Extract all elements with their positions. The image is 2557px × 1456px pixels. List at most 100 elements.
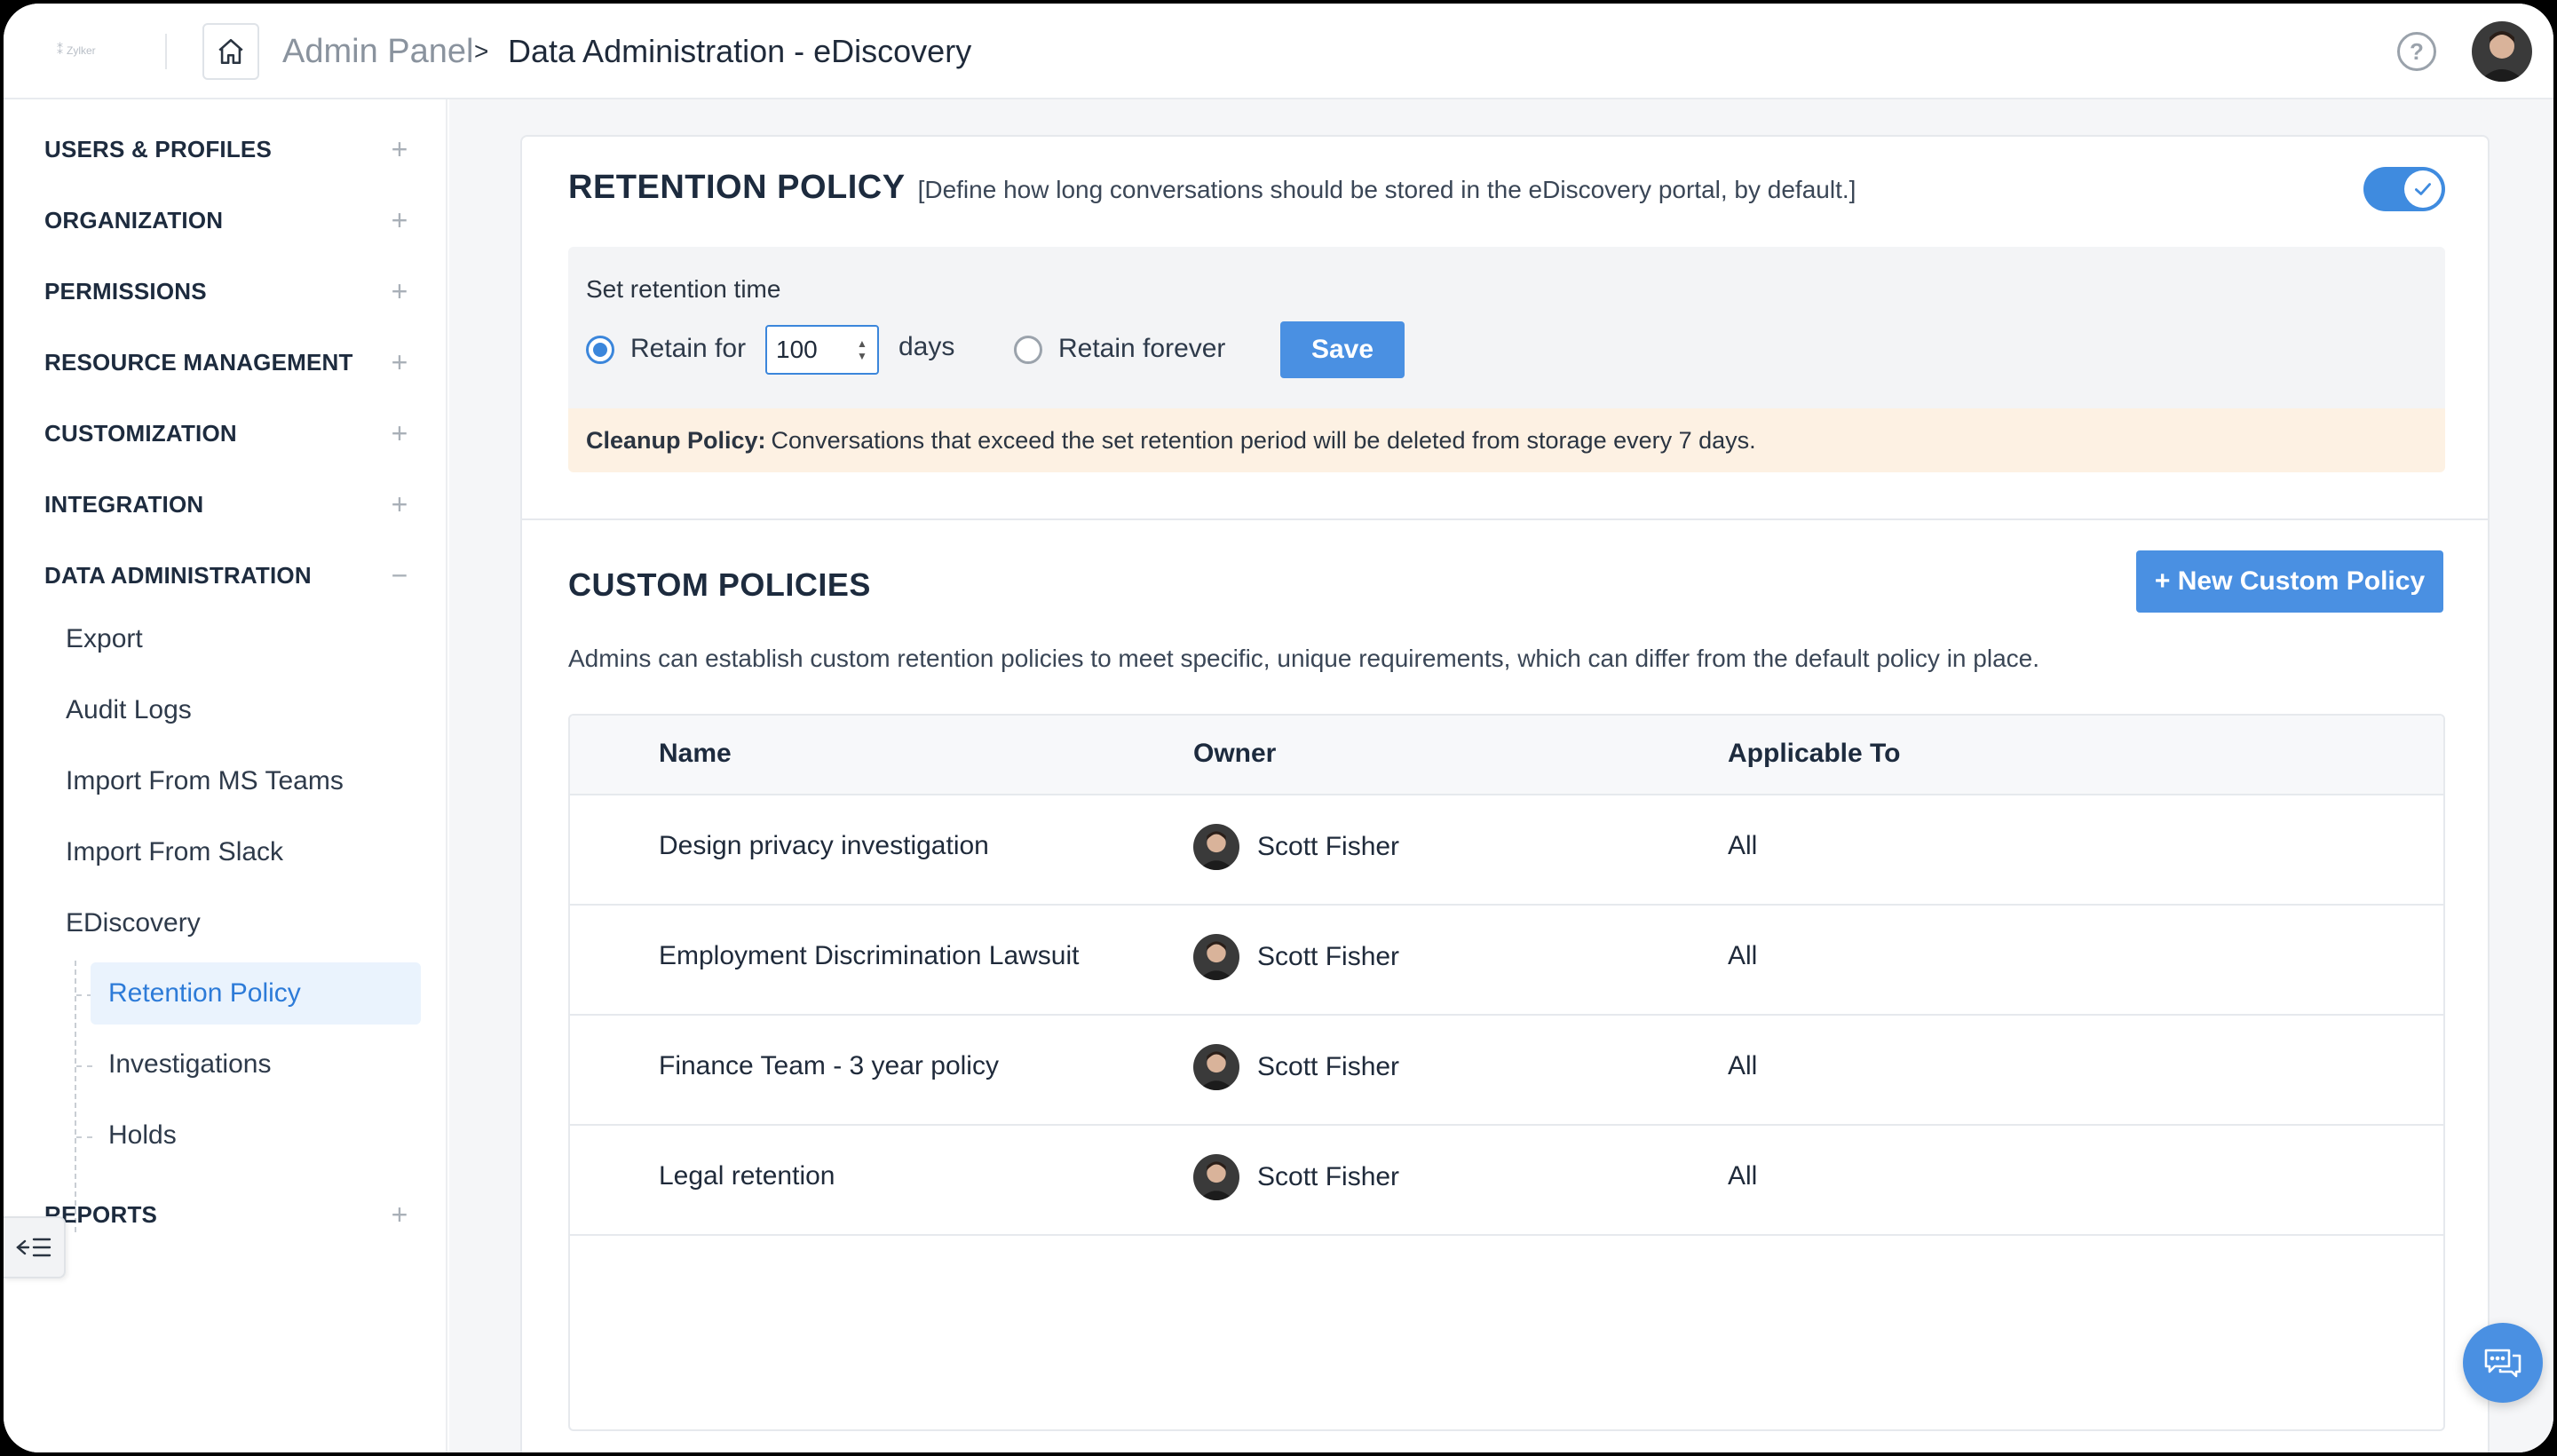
policy-owner: Scott Fisher bbox=[1193, 1154, 1399, 1200]
retention-time-panel: Set retention time Retain for ▲ ▼ days R… bbox=[568, 247, 2445, 408]
sidebar-section-reports[interactable]: REPORTS + bbox=[44, 1188, 417, 1241]
sidebar-section-integration[interactable]: INTEGRATION + bbox=[44, 478, 417, 531]
collapse-sidebar-button[interactable] bbox=[4, 1216, 66, 1278]
logo-mark-icon: ⁑ bbox=[57, 43, 63, 57]
policy-applicable-to: All bbox=[1728, 941, 1758, 970]
expand-icon[interactable]: + bbox=[382, 275, 417, 308]
owner-avatar bbox=[1193, 1154, 1239, 1200]
chat-icon bbox=[2484, 1349, 2521, 1378]
sidebar-item-retention-policy[interactable]: Retention Policy bbox=[91, 962, 421, 1025]
policy-owner: Scott Fisher bbox=[1193, 934, 1399, 980]
owner-name: Scott Fisher bbox=[1257, 1162, 1400, 1191]
sidebar-section-data-administration[interactable]: DATA ADMINISTRATION − bbox=[44, 549, 417, 602]
table-row[interactable]: Legal retention Scott Fisher All bbox=[570, 1126, 2443, 1236]
stepper-down-icon[interactable]: ▼ bbox=[857, 350, 867, 362]
sidebar-section-customization[interactable]: CUSTOMIZATION + bbox=[44, 407, 417, 460]
expand-icon[interactable]: + bbox=[382, 488, 417, 521]
retention-policy-description: [Define how long conversations should be… bbox=[917, 176, 1856, 203]
retain-forever-label[interactable]: Retain forever bbox=[1058, 334, 1225, 364]
column-header-owner[interactable]: Owner bbox=[1193, 739, 1276, 769]
policy-applicable-to: All bbox=[1728, 1051, 1758, 1080]
sidebar: USERS & PROFILES + ORGANIZATION + PERMIS… bbox=[4, 99, 447, 1452]
custom-policies-title: CUSTOM POLICIES bbox=[568, 566, 871, 603]
expand-icon[interactable]: + bbox=[382, 1199, 417, 1231]
owner-name: Scott Fisher bbox=[1257, 942, 1400, 971]
logo[interactable]: ⁑ Zylker bbox=[57, 43, 96, 58]
sidebar-item-import-ms-teams[interactable]: Import From MS Teams bbox=[66, 755, 344, 808]
sidebar-section-label: RESOURCE MANAGEMENT bbox=[44, 348, 353, 376]
main-content: RETENTION POLICY [Define how long conver… bbox=[449, 99, 2553, 1452]
retain-forever-radio[interactable] bbox=[1014, 336, 1042, 364]
sidebar-item-export[interactable]: Export bbox=[66, 613, 143, 666]
retention-policy-toggle[interactable] bbox=[2363, 167, 2445, 211]
policy-name[interactable]: Finance Team - 3 year policy bbox=[659, 1051, 999, 1081]
sidebar-section-label: DATA ADMINISTRATION bbox=[44, 561, 312, 589]
retain-for-radio[interactable] bbox=[586, 336, 614, 364]
policy-card: RETENTION POLICY [Define how long conver… bbox=[520, 135, 2490, 1452]
policy-owner: Scott Fisher bbox=[1193, 1044, 1399, 1090]
owner-avatar bbox=[1193, 824, 1239, 870]
toggle-knob bbox=[2404, 170, 2442, 208]
header-divider bbox=[165, 34, 167, 69]
help-icon[interactable]: ? bbox=[2397, 32, 2436, 71]
check-icon bbox=[2415, 183, 2431, 195]
policy-applicable-to: All bbox=[1728, 831, 1758, 860]
user-avatar[interactable] bbox=[2472, 21, 2532, 82]
sidebar-section-label: CUSTOMIZATION bbox=[44, 419, 237, 447]
custom-policies-description: Admins can establish custom retention po… bbox=[568, 645, 2039, 672]
top-header: ⁑ Zylker Admin Panel > Data Administrati… bbox=[4, 4, 2553, 99]
column-header-name[interactable]: Name bbox=[659, 739, 732, 769]
expand-icon[interactable]: + bbox=[382, 204, 417, 237]
sidebar-section-organization[interactable]: ORGANIZATION + bbox=[44, 194, 417, 247]
chat-button[interactable] bbox=[2463, 1323, 2543, 1403]
policy-owner: Scott Fisher bbox=[1193, 824, 1399, 870]
expand-icon[interactable]: + bbox=[382, 346, 417, 379]
app-window: ⁑ Zylker Admin Panel > Data Administrati… bbox=[0, 0, 2557, 1456]
table-row[interactable]: Finance Team - 3 year policy Scott Fishe… bbox=[570, 1016, 2443, 1126]
retention-policy-header: RETENTION POLICY [Define how long conver… bbox=[568, 169, 1856, 207]
days-stepper[interactable]: ▲ ▼ bbox=[852, 332, 872, 368]
sidebar-section-resource-management[interactable]: RESOURCE MANAGEMENT + bbox=[44, 336, 417, 389]
breadcrumb-admin-panel[interactable]: Admin Panel bbox=[282, 30, 473, 73]
logo-text: Zylker bbox=[67, 44, 96, 57]
sidebar-item-audit-logs[interactable]: Audit Logs bbox=[66, 684, 192, 737]
section-divider bbox=[522, 518, 2488, 520]
expand-icon[interactable]: + bbox=[382, 133, 417, 166]
column-header-applicable-to[interactable]: Applicable To bbox=[1728, 739, 1900, 769]
breadcrumb-separator: > bbox=[474, 37, 489, 65]
policy-name[interactable]: Employment Discrimination Lawsuit bbox=[659, 941, 1080, 971]
table-header: Name Owner Applicable To bbox=[570, 716, 2443, 795]
save-button[interactable]: Save bbox=[1280, 321, 1405, 378]
policy-name[interactable]: Legal retention bbox=[659, 1161, 835, 1191]
home-button[interactable] bbox=[202, 23, 259, 80]
sidebar-section-users-profiles[interactable]: USERS & PROFILES + bbox=[44, 123, 417, 176]
sidebar-section-label: INTEGRATION bbox=[44, 490, 204, 518]
cleanup-policy-notice: Cleanup Policy: Conversations that excee… bbox=[568, 408, 2445, 472]
table-row[interactable]: Employment Discrimination Lawsuit Scott … bbox=[570, 906, 2443, 1016]
owner-name: Scott Fisher bbox=[1257, 1052, 1400, 1081]
sidebar-item-ediscovery[interactable]: EDiscovery bbox=[66, 897, 201, 950]
sidebar-section-label: USERS & PROFILES bbox=[44, 135, 273, 162]
policy-applicable-to: All bbox=[1728, 1161, 1758, 1191]
days-label: days bbox=[899, 332, 955, 361]
retain-for-label[interactable]: Retain for bbox=[630, 334, 746, 364]
sidebar-section-label: ORGANIZATION bbox=[44, 206, 224, 233]
owner-avatar bbox=[1193, 934, 1239, 980]
new-custom-policy-button[interactable]: + New Custom Policy bbox=[2136, 550, 2443, 613]
owner-name: Scott Fisher bbox=[1257, 832, 1400, 861]
policy-name[interactable]: Design privacy investigation bbox=[659, 831, 989, 861]
home-icon bbox=[218, 38, 243, 65]
collapse-icon[interactable]: − bbox=[382, 559, 417, 592]
sidebar-section-permissions[interactable]: PERMISSIONS + bbox=[44, 265, 417, 318]
table-row[interactable]: Design privacy investigation Scott Fishe… bbox=[570, 795, 2443, 906]
expand-icon[interactable]: + bbox=[382, 417, 417, 450]
sidebar-item-investigations[interactable]: Investigations bbox=[91, 1033, 421, 1096]
sidebar-item-holds[interactable]: Holds bbox=[91, 1104, 421, 1167]
custom-policies-table: Name Owner Applicable To Design privacy … bbox=[568, 714, 2445, 1431]
stepper-up-icon[interactable]: ▲ bbox=[857, 337, 867, 350]
sidebar-section-label: PERMISSIONS bbox=[44, 277, 207, 305]
owner-avatar bbox=[1193, 1044, 1239, 1090]
cleanup-policy-text: Conversations that exceed the set retent… bbox=[771, 426, 1756, 454]
retention-policy-title: RETENTION POLICY bbox=[568, 169, 906, 206]
sidebar-item-import-slack[interactable]: Import From Slack bbox=[66, 826, 283, 879]
